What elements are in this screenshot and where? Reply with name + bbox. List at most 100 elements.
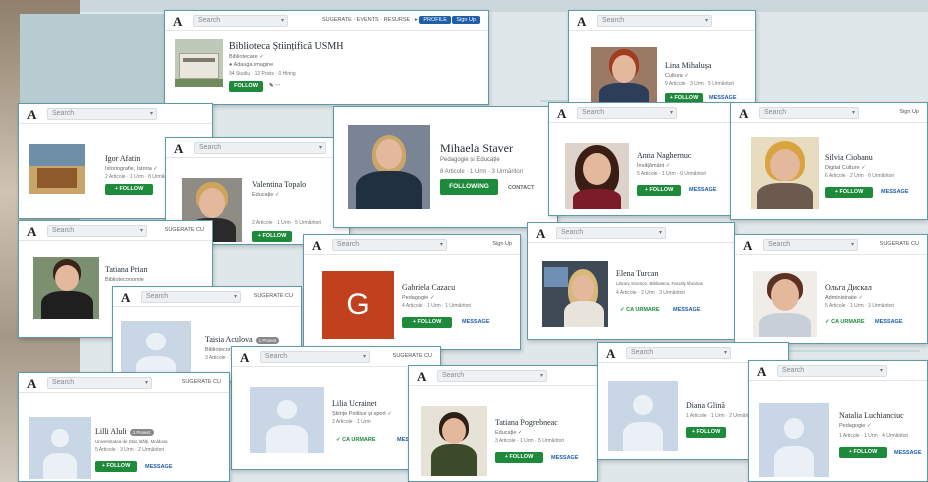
follow-button[interactable]: + FOLLOW bbox=[105, 184, 153, 195]
profile-card-olga: A Search ▾ SUGERATE CU Ольга Дискал Adminis… bbox=[734, 234, 928, 344]
site-logo[interactable]: A bbox=[536, 226, 545, 242]
profile-name[interactable]: Diana Glină bbox=[686, 401, 725, 410]
profile-name[interactable]: Mihaela Staver bbox=[440, 141, 513, 156]
profile-name[interactable]: Tatiana Pogrebneac bbox=[495, 418, 558, 427]
profile-card-silvia: A Search ▾ Sign Up Silvia Ciobanu Digital C… bbox=[730, 102, 928, 220]
search-input[interactable]: Search ▾ bbox=[777, 365, 887, 377]
message-button[interactable]: MESSAGE bbox=[462, 319, 490, 325]
follow-button[interactable]: + FOLLOW bbox=[825, 187, 873, 198]
site-logo[interactable]: A bbox=[27, 224, 36, 240]
search-input[interactable]: Search ▾ bbox=[597, 15, 712, 27]
following-button[interactable]: ✓ CA URMARE bbox=[825, 319, 865, 325]
profile-stats: 2 Articole · 1 Urm · 8 Urmăritori bbox=[105, 174, 175, 180]
site-logo[interactable]: A bbox=[739, 106, 748, 122]
project-badge: 1 Proiect bbox=[129, 428, 154, 436]
search-input[interactable]: Search ▾ bbox=[141, 291, 241, 303]
site-logo[interactable]: A bbox=[312, 238, 321, 254]
chevron-down-icon: ▾ bbox=[723, 350, 727, 356]
search-input[interactable]: Search ▾ bbox=[437, 370, 547, 382]
message-button[interactable]: MESSAGE bbox=[881, 189, 909, 195]
site-logo[interactable]: A bbox=[174, 141, 183, 157]
search-input[interactable]: Search ▾ bbox=[759, 107, 859, 119]
avatar bbox=[33, 257, 99, 319]
site-logo[interactable]: A bbox=[417, 369, 426, 385]
site-logo[interactable]: A bbox=[577, 14, 586, 30]
message-button[interactable]: MESSAGE bbox=[145, 464, 173, 470]
site-logo[interactable]: A bbox=[757, 364, 766, 380]
follow-button[interactable]: + FOLLOW bbox=[402, 317, 452, 328]
contact-button[interactable]: CONTACT bbox=[508, 185, 534, 191]
site-logo[interactable]: A bbox=[27, 107, 36, 123]
sign-up-link[interactable]: Sign Up bbox=[899, 109, 919, 115]
profile-stats: 5 Articole · 1 Urm · 3 Urmăritori bbox=[825, 303, 895, 309]
profile-name[interactable]: Valentina Topalo bbox=[252, 180, 306, 189]
profile-stats: 8 Articole · 1 Urm · 3 Urmăritori bbox=[440, 169, 524, 175]
search-input[interactable]: Search ▾ bbox=[332, 239, 447, 251]
site-logo[interactable]: A bbox=[173, 14, 182, 30]
following-button[interactable]: FOLLOWING bbox=[440, 179, 498, 195]
search-input[interactable]: Search ▾ bbox=[763, 239, 858, 251]
profile-meta: Istoriografie, Istoria ✓ bbox=[105, 166, 158, 172]
search-input[interactable]: Search ▾ bbox=[577, 107, 677, 119]
site-logo[interactable]: A bbox=[27, 376, 36, 392]
message-button[interactable]: MESSAGE bbox=[673, 307, 701, 313]
follow-button[interactable]: FOLLOW bbox=[229, 81, 263, 92]
profile-name[interactable]: Gabriela Cazacu bbox=[402, 283, 455, 292]
follow-button[interactable]: + FOLLOW bbox=[252, 231, 292, 242]
nav-links[interactable]: SUGERATE CU bbox=[165, 227, 204, 233]
site-logo[interactable]: A bbox=[121, 290, 130, 306]
profile-name[interactable]: Elena Turcan bbox=[616, 269, 658, 278]
more-button[interactable]: ✎ ⋯ bbox=[269, 83, 281, 89]
profile-name[interactable]: Tatiana Prian bbox=[105, 265, 147, 274]
profile-name[interactable]: Lilli Aluli 1 Proiect bbox=[95, 427, 154, 436]
following-button[interactable]: ✓ CA URMARE bbox=[336, 437, 376, 443]
follow-button[interactable]: + FOLLOW bbox=[495, 452, 543, 463]
site-logo[interactable]: A bbox=[240, 350, 249, 366]
follow-button[interactable]: + FOLLOW bbox=[637, 185, 681, 196]
profile-meta: Cultura ✓ bbox=[665, 73, 689, 79]
message-button[interactable]: MESSAGE bbox=[551, 455, 579, 461]
message-button[interactable]: MESSAGE bbox=[709, 95, 737, 101]
profile-name[interactable]: Taisia Aculova 1 Proiect bbox=[205, 335, 280, 344]
search-input[interactable]: Search ▾ bbox=[47, 377, 152, 389]
message-button[interactable]: MESSAGE bbox=[894, 450, 922, 456]
search-input[interactable]: Search ▾ bbox=[194, 142, 326, 154]
avatar bbox=[751, 137, 819, 209]
profile-name[interactable]: Igor Afatin bbox=[105, 154, 140, 163]
sign-up-link[interactable]: Sign Up bbox=[492, 241, 512, 247]
profile-meta: Educație ✓ bbox=[252, 192, 280, 198]
top-bar: A Search ▾ SUGERATE · EVENTS · RESURSE · … bbox=[165, 11, 488, 31]
nav-links[interactable]: SUGERATE CU bbox=[880, 241, 919, 247]
follow-button[interactable]: + FOLLOW bbox=[686, 427, 726, 438]
follow-button[interactable]: + FOLLOW bbox=[839, 447, 887, 458]
search-input[interactable]: Search ▾ bbox=[260, 351, 370, 363]
search-input[interactable]: Search ▾ bbox=[626, 347, 731, 359]
message-button[interactable]: MESSAGE bbox=[689, 187, 717, 193]
site-logo[interactable]: A bbox=[557, 106, 566, 122]
profile-meta: Pedagogie ✓ bbox=[839, 423, 872, 429]
profile-name[interactable]: Ольга Дискал bbox=[825, 283, 872, 292]
nav-links[interactable]: SUGERATE CU bbox=[182, 379, 221, 385]
search-input[interactable]: Search ▾ bbox=[556, 227, 666, 239]
profile-name[interactable]: Lilia Ucrainet bbox=[332, 399, 377, 408]
follow-button[interactable]: + FOLLOW bbox=[95, 461, 137, 472]
search-input[interactable]: Search ▾ bbox=[193, 15, 288, 27]
profile-name[interactable]: Silvia Ciobanu bbox=[825, 153, 873, 162]
site-logo[interactable]: A bbox=[606, 346, 615, 362]
nav-links[interactable]: SUGERATE · EVENTS · RESURSE · ▸ PROFILE … bbox=[322, 16, 480, 24]
nav-links[interactable]: SUGERATE CU bbox=[393, 353, 432, 359]
search-input[interactable]: Search ▾ bbox=[47, 225, 147, 237]
message-button[interactable]: MESSAGE bbox=[875, 319, 903, 325]
site-logo[interactable]: A bbox=[743, 238, 752, 254]
profile-name[interactable]: Natalia Luchianciuc bbox=[839, 411, 904, 420]
profile-name[interactable]: Lina Mihalușa bbox=[665, 61, 711, 70]
following-button[interactable]: ✓ CA URMARE bbox=[620, 307, 660, 313]
nav-links[interactable]: SUGERATE CU bbox=[254, 293, 293, 299]
search-input[interactable]: Search ▾ bbox=[47, 108, 157, 120]
avatar bbox=[565, 143, 629, 209]
profile-meta: Educație ✓ bbox=[495, 430, 523, 436]
profile-name[interactable]: Anna Naghernuc bbox=[637, 151, 691, 160]
profile-meta: Universitatea de Stat, Bălți, Moldova bbox=[95, 439, 168, 444]
profile-stats: 3 Articole · 1 Urm bbox=[332, 419, 371, 425]
chevron-down-icon: ▾ bbox=[879, 368, 883, 374]
